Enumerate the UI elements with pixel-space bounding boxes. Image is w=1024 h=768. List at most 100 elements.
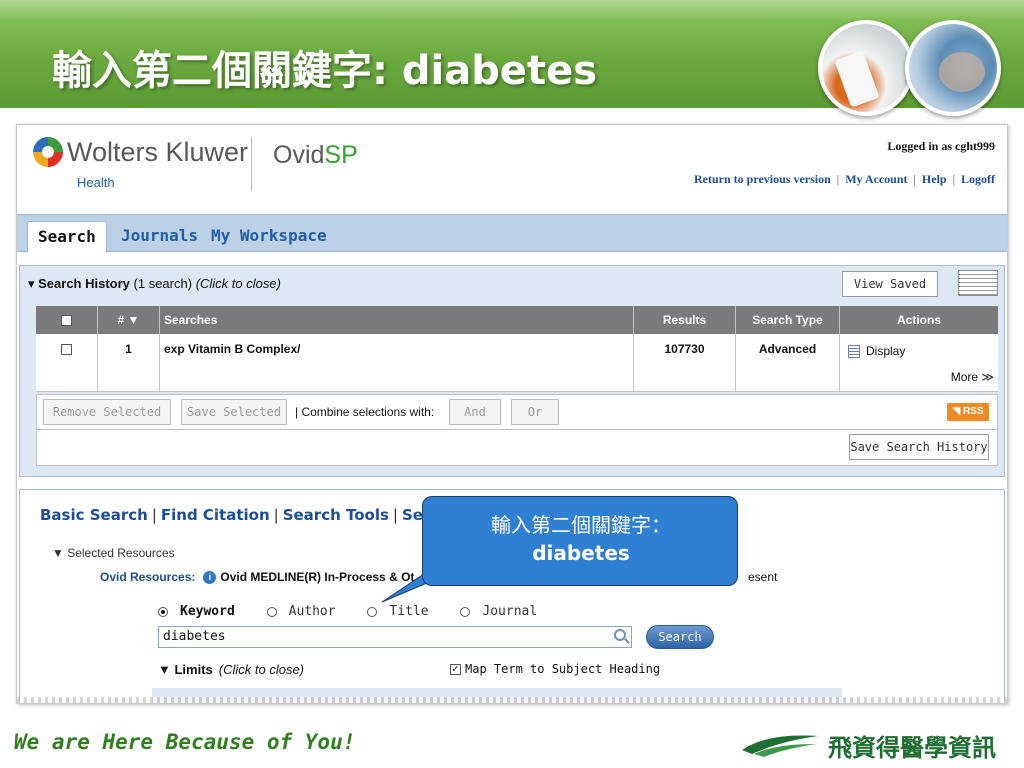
radio-unselected	[460, 606, 471, 617]
return-previous-link[interactable]: Return to previous version	[694, 172, 831, 186]
search-count: (1 search)	[133, 276, 193, 291]
logo-divider	[251, 137, 252, 191]
search-button[interactable]: Search	[646, 625, 714, 649]
lab-photo	[905, 20, 1001, 116]
find-citation-link[interactable]: Find Citation	[161, 506, 270, 524]
limits-label: ▼ Limits	[158, 662, 213, 677]
radio-selected	[158, 606, 168, 617]
ovid-resources: Ovid Resources: i Ovid MEDLINE(R) In-Proce…	[100, 570, 414, 585]
search-tools-link[interactable]: Search Tools	[283, 506, 389, 524]
row-num: 1	[98, 334, 160, 391]
keyword-radio[interactable]: Keyword	[158, 604, 247, 619]
header-search-type: Search Type	[736, 306, 840, 334]
row-query[interactable]: exp Vitamin B Complex/	[160, 334, 634, 391]
slide-title: 輸入第二個關鍵字: diabetes	[52, 48, 598, 94]
my-account-link[interactable]: My Account	[845, 172, 907, 186]
divider: |	[392, 506, 398, 524]
ovidsp-logo[interactable]: OvidSP	[273, 141, 358, 170]
logged-in-status: Logged in as cght999	[887, 139, 995, 153]
header-select-cell	[36, 306, 98, 334]
save-search-history-button[interactable]: Save Search History	[849, 434, 989, 460]
torn-edge	[17, 697, 1007, 703]
logoff-link[interactable]: Logoff	[961, 172, 995, 186]
main-tab-bar: Search Journals My Workspace	[17, 214, 1007, 253]
author-label: Author	[288, 604, 336, 619]
tab-my-workspace[interactable]: My Workspace	[201, 221, 337, 253]
callout-line-1: 輸入第二個關鍵字：	[491, 513, 671, 537]
callout-bubble: 輸入第二個關鍵字： diabetes	[422, 496, 738, 586]
ovid-text: Ovid	[273, 141, 325, 169]
view-saved-button[interactable]: View Saved	[842, 271, 938, 297]
map-term-option[interactable]: Map Term to Subject Heading	[450, 662, 660, 676]
search-history-header[interactable]: ▾ Search History (1 search) (Click to cl…	[28, 276, 281, 292]
row-actions: Display More ≫	[840, 334, 998, 391]
search-icon[interactable]	[614, 629, 626, 641]
row-checkbox[interactable]	[61, 344, 72, 356]
medicine-photo	[818, 20, 914, 116]
save-selected-button[interactable]: Save Selected	[181, 399, 287, 425]
display-link[interactable]: Display	[848, 344, 906, 359]
search-history-panel: ▾ Search History (1 search) (Click to cl…	[19, 265, 1005, 477]
divider: |	[836, 172, 840, 186]
map-term-label: Map Term to Subject Heading	[465, 662, 661, 676]
list-view-icon[interactable]	[958, 270, 998, 296]
radio-unselected	[367, 606, 378, 617]
wolters-kluwer-logo-icon	[33, 137, 63, 167]
divider: |	[952, 172, 955, 186]
selected-resources-toggle[interactable]: ▼ Selected Resources	[52, 546, 175, 560]
table-header: # ▼ Searches Results Search Type Actions	[36, 306, 998, 334]
title-radio[interactable]: Title	[367, 604, 440, 619]
footer-slogan: We are Here Because of You!	[14, 730, 356, 754]
divider: |	[273, 506, 279, 524]
journal-label: Journal	[482, 604, 538, 619]
rss-icon: ◥	[952, 406, 963, 417]
top-links: Return to previous version | My Account | He…	[694, 172, 995, 187]
and-button[interactable]: And	[449, 399, 501, 425]
radio-unselected	[266, 606, 277, 617]
header-shine	[0, 0, 1024, 22]
more-link[interactable]: More ≫	[951, 370, 994, 384]
search-input[interactable]: diabetes	[158, 626, 632, 648]
limits-toggle[interactable]: ▼ Limits (Click to close)	[158, 662, 304, 677]
remove-selected-button[interactable]: Remove Selected	[43, 399, 171, 425]
header-searches: Searches	[160, 306, 634, 334]
basic-search-link[interactable]: Basic Search	[40, 506, 148, 524]
row-search-type: Advanced	[736, 334, 840, 391]
author-radio[interactable]: Author	[266, 604, 348, 619]
keyword-label: Keyword	[180, 604, 235, 619]
display-label: Display	[866, 344, 906, 358]
title-label: Title	[389, 604, 429, 619]
footer-brand: 飛資得醫學資訊	[828, 734, 996, 762]
callout-text: 輸入第二個關鍵字： diabetes	[423, 511, 739, 567]
combine-row: Remove Selected Save Selected | Combine …	[36, 394, 998, 430]
header-num[interactable]: # ▼	[98, 306, 160, 334]
resource-date-range: esent	[748, 570, 778, 584]
rss-button[interactable]: ◥ RSS	[947, 403, 989, 421]
health-logo-text: Health	[77, 175, 115, 190]
rss-label: RSS	[962, 406, 984, 417]
divider: |	[913, 172, 916, 186]
divider: |	[151, 506, 157, 524]
ovid-resources-label: Ovid Resources:	[100, 570, 196, 584]
combine-label: | Combine selections with:	[295, 405, 435, 419]
header-results: Results	[634, 306, 736, 334]
table-row: 1 exp Vitamin B Complex/ 107730 Advanced…	[36, 334, 998, 392]
search-type-radios: Keyword Author Title Journal	[158, 604, 561, 619]
display-icon	[848, 345, 860, 359]
callout-line-2: diabetes	[532, 541, 630, 565]
tab-search[interactable]: Search	[27, 221, 107, 253]
flying-logo-icon	[742, 735, 818, 757]
journal-radio[interactable]: Journal	[460, 604, 549, 619]
ovid-screenshot: Wolters Kluwer Health OvidSP Logged in a…	[16, 124, 1008, 704]
header-band: 輸入第二個關鍵字: diabetes	[0, 0, 1024, 116]
map-term-checkbox[interactable]	[450, 662, 461, 675]
wolters-kluwer-logo[interactable]: Wolters Kluwer	[67, 137, 248, 168]
or-button[interactable]: Or	[511, 399, 559, 425]
row-select-cell	[36, 334, 98, 391]
info-icon[interactable]: i	[203, 571, 217, 585]
row-results[interactable]: 107730	[634, 334, 736, 391]
select-all-checkbox[interactable]	[61, 315, 72, 327]
tab-journals[interactable]: Journals	[111, 221, 208, 253]
header-actions: Actions	[896, 313, 941, 327]
help-link[interactable]: Help	[922, 172, 947, 186]
